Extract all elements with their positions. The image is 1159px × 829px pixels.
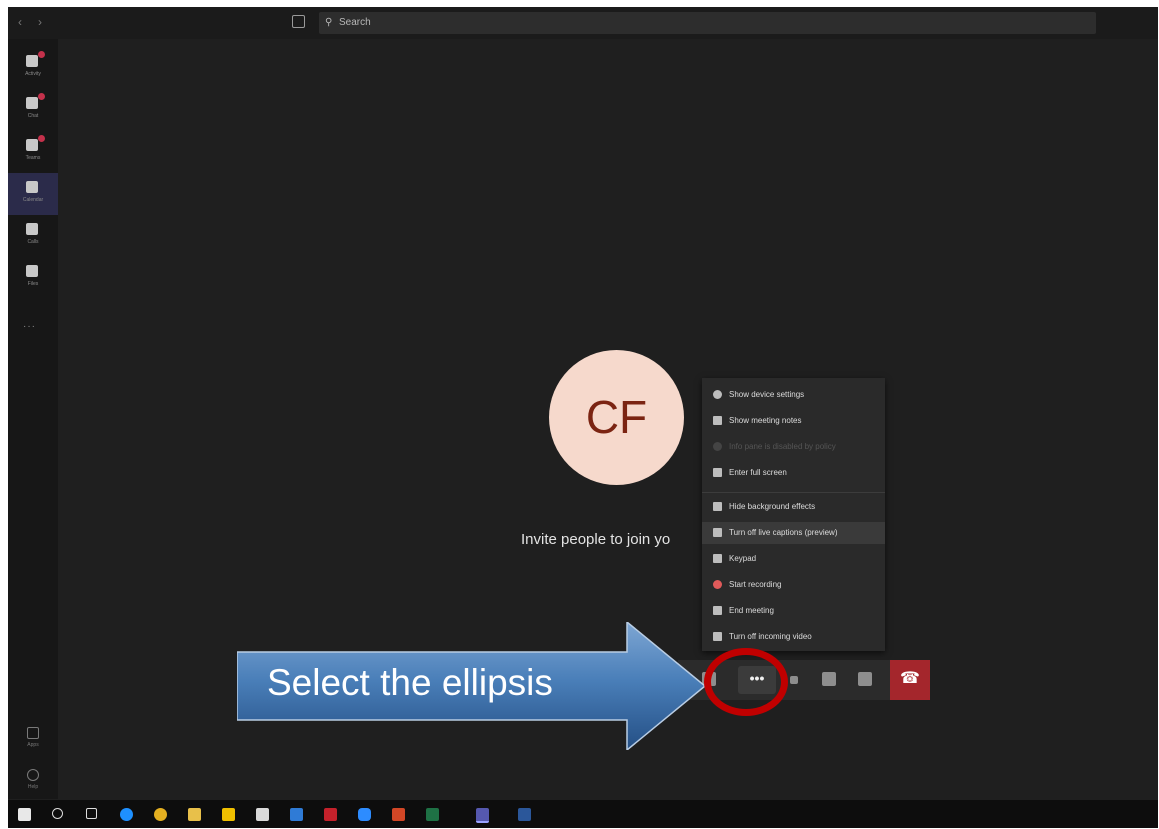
- rail-item-files[interactable]: Files: [8, 257, 58, 299]
- windows-start-icon[interactable]: [18, 808, 31, 821]
- calendar-icon: [26, 181, 38, 193]
- rail-item-calls[interactable]: Calls: [8, 215, 58, 257]
- file-icon: [26, 265, 38, 277]
- rail-item-label: Calendar: [22, 197, 44, 203]
- rail-item-calendar[interactable]: Calendar: [8, 173, 58, 215]
- app-rail: Activity Chat Teams Calendar Calls Files…: [8, 39, 58, 799]
- menu-item-keypad[interactable]: Keypad: [702, 548, 885, 570]
- word-icon[interactable]: [518, 808, 531, 821]
- teams-icon: [26, 139, 38, 151]
- title-bar: ‹ › ⚲ Search: [8, 7, 1158, 39]
- search-placeholder: Search: [339, 17, 371, 28]
- invite-text: Invite people to join yo: [521, 531, 671, 548]
- chat-icon: [26, 97, 38, 109]
- raise-hand-icon[interactable]: [790, 676, 798, 684]
- menu-item-incoming-video[interactable]: Turn off incoming video: [702, 626, 885, 648]
- menu-item-meeting-notes[interactable]: Show meeting notes: [702, 410, 885, 432]
- rail-item-chat[interactable]: Chat: [8, 89, 58, 131]
- menu-item-info-pane: Info pane is disabled by policy: [702, 436, 885, 458]
- search-icon[interactable]: [52, 808, 63, 819]
- end-meeting-icon: [713, 606, 722, 615]
- zoom-icon[interactable]: [358, 808, 371, 821]
- bell-icon: [26, 55, 38, 67]
- keypad-icon: [713, 554, 722, 563]
- menu-item-start-recording[interactable]: Start recording: [702, 574, 885, 596]
- rail-item-label: Teams: [25, 155, 41, 161]
- phone-icon: [26, 223, 38, 235]
- app-icon[interactable]: [222, 808, 235, 821]
- menu-item-label: Turn off live captions (preview): [729, 528, 838, 537]
- fullscreen-icon: [713, 468, 722, 477]
- pdf-icon[interactable]: [324, 808, 337, 821]
- menu-item-device-settings[interactable]: Show device settings: [702, 384, 885, 406]
- hang-up-button[interactable]: ☎: [890, 660, 930, 700]
- participants-icon[interactable]: [858, 672, 872, 686]
- rail-item-label: Calls: [27, 239, 39, 245]
- gear-icon: [713, 390, 722, 399]
- rail-item-label: Help: [27, 784, 39, 790]
- app-icon[interactable]: [290, 808, 303, 821]
- more-options-menu: Show device settings Show meeting notes …: [702, 378, 885, 651]
- menu-item-label: Hide background effects: [729, 502, 816, 511]
- background-icon: [713, 502, 722, 511]
- menu-divider: [702, 492, 885, 493]
- chrome-icon[interactable]: [154, 808, 167, 821]
- more-apps-button[interactable]: ···: [23, 321, 36, 332]
- rail-item-activity[interactable]: Activity: [8, 47, 58, 89]
- info-icon: [713, 442, 722, 451]
- menu-item-label: Info pane is disabled by policy: [729, 442, 836, 451]
- file-explorer-icon[interactable]: [188, 808, 201, 821]
- rail-item-apps[interactable]: Apps: [24, 727, 42, 748]
- apps-icon: [27, 727, 39, 739]
- menu-item-label: Enter full screen: [729, 468, 787, 477]
- powerpoint-icon[interactable]: [392, 808, 405, 821]
- teams-window: ‹ › ⚲ Search Activity Chat Teams Calenda…: [8, 7, 1158, 828]
- compose-icon[interactable]: [292, 15, 305, 28]
- search-icon: ⚲: [325, 17, 333, 28]
- participant-avatar: CF: [549, 350, 684, 485]
- rail-item-teams[interactable]: Teams: [8, 131, 58, 173]
- menu-item-background-effects[interactable]: Hide background effects: [702, 496, 885, 518]
- chevron-right-icon[interactable]: ›: [38, 15, 42, 29]
- excel-icon[interactable]: [426, 808, 439, 821]
- highlight-circle: [704, 648, 788, 716]
- notification-badge: [38, 51, 45, 58]
- instruction-text: Select the ellipsis: [267, 662, 553, 703]
- notification-badge: [38, 135, 45, 142]
- menu-item-label: Show meeting notes: [729, 416, 802, 425]
- captions-icon: [713, 528, 722, 537]
- notification-badge: [38, 93, 45, 100]
- menu-item-full-screen[interactable]: Enter full screen: [702, 462, 885, 484]
- rail-item-help[interactable]: Help: [24, 769, 42, 790]
- hang-up-icon: ☎: [900, 670, 920, 687]
- menu-item-label: Start recording: [729, 580, 782, 589]
- search-input[interactable]: ⚲ Search: [319, 12, 1096, 34]
- help-icon: [27, 769, 39, 781]
- rail-item-label: Files: [27, 281, 39, 287]
- menu-item-live-captions[interactable]: Turn off live captions (preview): [702, 522, 885, 544]
- video-off-icon: [713, 632, 722, 641]
- edge-icon[interactable]: [120, 808, 133, 821]
- teams-icon[interactable]: [476, 808, 489, 823]
- record-icon: [713, 580, 722, 589]
- menu-item-label: Show device settings: [729, 390, 805, 399]
- menu-item-label: Keypad: [729, 554, 757, 563]
- chat-icon[interactable]: [822, 672, 836, 686]
- rail-item-label: Chat: [27, 113, 39, 119]
- menu-item-label: End meeting: [729, 606, 774, 615]
- windows-taskbar: [8, 800, 1158, 828]
- menu-item-end-meeting[interactable]: End meeting: [702, 600, 885, 622]
- chevron-left-icon[interactable]: ‹: [18, 15, 22, 29]
- app-icon[interactable]: [256, 808, 269, 821]
- rail-item-label: Apps: [27, 742, 39, 748]
- menu-item-label: Turn off incoming video: [729, 632, 812, 641]
- rail-item-label: Activity: [25, 71, 41, 77]
- task-view-icon[interactable]: [86, 808, 97, 819]
- notes-icon: [713, 416, 722, 425]
